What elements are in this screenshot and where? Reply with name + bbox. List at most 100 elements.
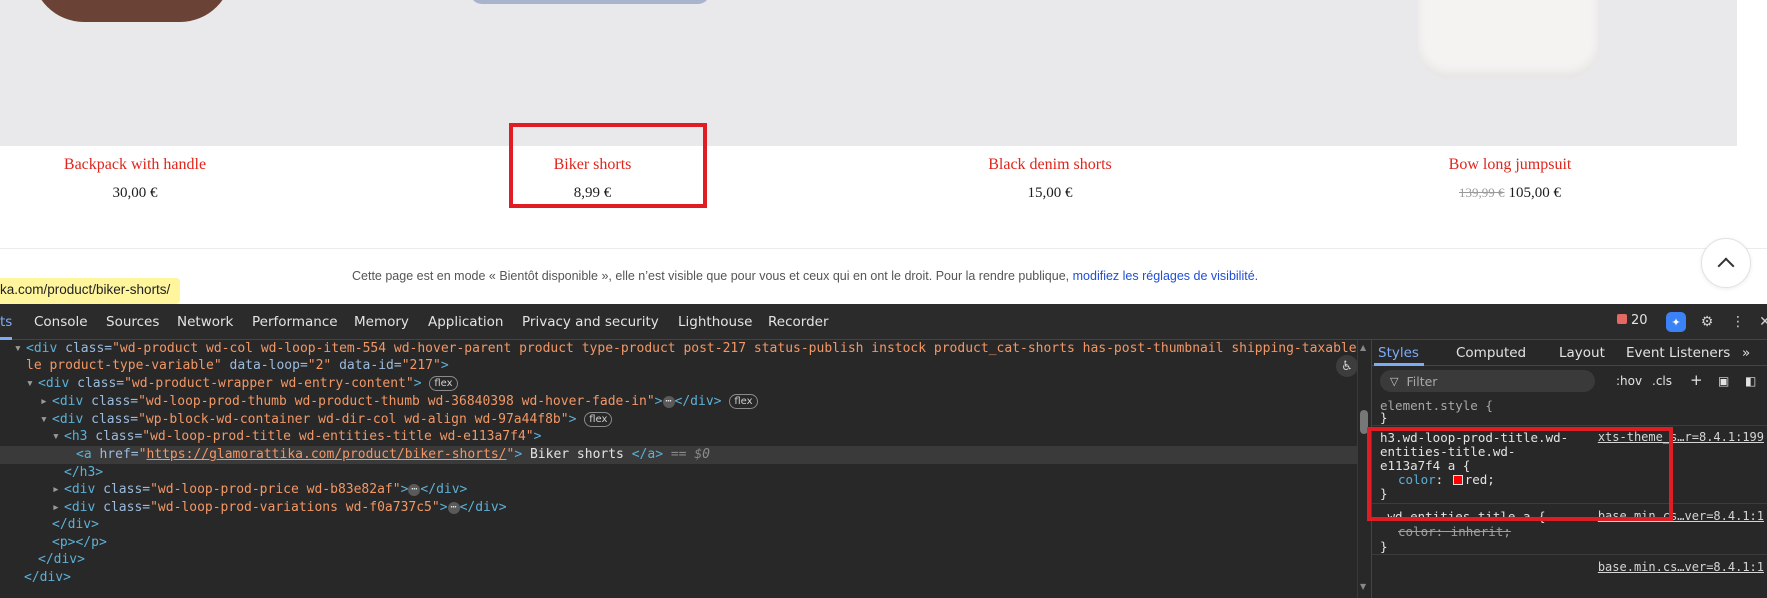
tab-event-listeners[interactable]: Event Listeners [1626, 345, 1730, 361]
tag-open: <p></p> [52, 535, 107, 550]
expand-triangle-icon[interactable]: ▸ [52, 481, 64, 499]
dom-node-line[interactable]: le product-type-variable" data-loop="2" … [26, 357, 449, 375]
dom-node-line[interactable]: </h3> [64, 464, 103, 482]
product-image-strip [0, 0, 1767, 146]
issue-flag-icon [1617, 314, 1627, 324]
rule-brace: } [1380, 410, 1388, 425]
tab-layout[interactable]: Layout [1559, 345, 1605, 361]
jumpsuit-image[interactable] [1418, 0, 1598, 78]
node-text: Biker shorts [522, 447, 632, 462]
scroll-down-icon[interactable]: ▼ [1360, 582, 1366, 591]
attr-value: "2" [307, 358, 332, 373]
collapse-triangle-icon[interactable]: ▾ [26, 375, 38, 393]
dom-node-line[interactable]: </div> [24, 569, 71, 587]
add-rule-icon[interactable]: + [1690, 371, 1703, 389]
collapse-triangle-icon[interactable]: ▾ [14, 340, 26, 358]
flex-badge[interactable]: flex [584, 412, 613, 427]
dom-node-line[interactable]: ▾ <div class="wd-product-wrapper wd-entry… [26, 375, 458, 393]
dom-node-line[interactable]: ▸ <div class="wd-loop-prod-price wd-b83e8… [52, 481, 467, 499]
shop-product-grid: Backpack with handle 30,00 € Biker short… [0, 0, 1767, 248]
href-link[interactable]: https://glamorattika.com/product/biker-s… [146, 447, 506, 462]
tag-open: <div [64, 500, 96, 515]
dom-node-line[interactable]: ▸ <div class="wd-loop-prod-thumb wd-produ… [40, 393, 758, 411]
issues-counter[interactable]: 20 [1617, 313, 1648, 328]
tag-end: > [514, 447, 523, 462]
dom-node-line[interactable]: ▾ <div class="wp-block-wd-container wd-di… [40, 411, 613, 429]
filter-icon: ▽ [1390, 374, 1399, 388]
dom-node-line[interactable]: <p></p> [52, 534, 107, 552]
more-tabs-icon[interactable]: » [1742, 345, 1750, 361]
dom-node-line[interactable]: ▾ <h3 class="wd-loop-prod-title wd-entiti… [52, 428, 541, 446]
tag-open: <div [52, 412, 84, 427]
attr-value: le product-type-variable" [26, 358, 222, 373]
product-card: Black denim shorts 15,00 € [930, 155, 1170, 203]
tab-elements[interactable]: ts [0, 314, 12, 330]
tab-lighthouse[interactable]: Lighthouse [678, 314, 752, 330]
collapse-triangle-icon[interactable]: ▾ [40, 411, 52, 429]
rule-selector[interactable]: element.style { [1380, 398, 1493, 413]
attr-value: "wd-product wd-col wd-loop-item-554 wd-h… [112, 341, 1370, 356]
tab-network[interactable]: Network [177, 314, 233, 330]
collapse-triangle-icon[interactable]: ▾ [52, 428, 64, 446]
flex-badge[interactable]: flex [729, 394, 758, 409]
tag-close: </div> [459, 500, 507, 515]
biker-shorts-image[interactable] [470, 0, 710, 4]
tab-recorder[interactable]: Recorder [768, 314, 829, 330]
hover-state-toggle[interactable]: :hov [1616, 374, 1642, 388]
dom-node-line[interactable]: </div> [52, 516, 99, 534]
product-title-link[interactable]: Backpack with handle [20, 155, 250, 175]
tag-close: </a> [631, 447, 664, 462]
product-price: 30,00 € [112, 185, 158, 201]
chevron-up-icon [1717, 257, 1735, 275]
paint-icon[interactable]: ▣ [1718, 374, 1729, 388]
dom-node-line[interactable]: </div> [38, 551, 85, 569]
close-icon[interactable]: ✕ [1755, 312, 1767, 332]
expand-triangle-icon[interactable]: ▸ [40, 393, 52, 411]
styles-tab-bar: Styles Computed Layout Event Listeners » [1372, 340, 1767, 366]
elements-tree: ▾ <div class="wd-product wd-col wd-loop-i… [0, 340, 1370, 598]
flex-badge[interactable]: flex [429, 376, 458, 391]
scroll-up-icon[interactable]: ▲ [1360, 343, 1366, 352]
tab-sources[interactable]: Sources [106, 314, 159, 330]
product-card: Backpack with handle 30,00 € [20, 155, 250, 203]
ai-assistance-icon[interactable]: ✦ [1666, 312, 1686, 332]
tag-end: > [533, 429, 542, 444]
tag-open: <a [76, 447, 92, 462]
tab-application[interactable]: Application [428, 314, 503, 330]
tab-privacy-security[interactable]: Privacy and security [522, 314, 659, 330]
tab-memory[interactable]: Memory [354, 314, 409, 330]
tab-styles[interactable]: Styles [1378, 345, 1419, 361]
expand-triangle-icon[interactable]: ▸ [52, 499, 64, 517]
style-rule: element.style { } [1372, 396, 1767, 426]
tag-end: > [654, 394, 663, 409]
selected-dom-node[interactable]: <a href="https://glamorattika.com/produc… [0, 446, 1357, 464]
product-title-link[interactable]: Bow long jumpsuit [1400, 155, 1620, 175]
dom-node-line[interactable]: ▸ <div class="wd-loop-prod-variations wd-… [52, 499, 507, 517]
rule-brace: } [1380, 539, 1388, 554]
ellipsis-icon[interactable]: ⋯ [447, 502, 460, 514]
attr-name: class= [83, 412, 139, 427]
visibility-settings-link[interactable]: modifiez les réglages de visibilité. [1073, 269, 1259, 283]
tag-close: </div> [674, 394, 722, 409]
dom-node-line[interactable]: ▾ <div class="wd-product wd-col wd-loop-i… [14, 340, 1370, 358]
class-toggle[interactable]: .cls [1652, 374, 1672, 388]
rule-source-link[interactable]: base.min.cs…ver=8.4.1:1 [1598, 560, 1764, 574]
tab-performance[interactable]: Performance [252, 314, 338, 330]
overridden-declaration[interactable]: color: inherit; [1398, 524, 1511, 539]
attr-value: "wd-product-wrapper wd-entry-content" [124, 376, 414, 391]
attr-value: "217" [401, 358, 441, 373]
tag-open: <div [64, 482, 96, 497]
gear-icon[interactable]: ⚙ [1697, 312, 1717, 332]
sidebar-toggle-icon[interactable]: ◧ [1745, 374, 1756, 388]
tab-console[interactable]: Console [34, 314, 88, 330]
kebab-menu-icon[interactable]: ⋮ [1728, 312, 1748, 332]
ellipsis-icon[interactable]: ⋯ [662, 396, 675, 408]
product-title-link[interactable]: Black denim shorts [930, 155, 1170, 175]
styles-filter-input[interactable]: ▽ Filter [1380, 370, 1595, 392]
tag-end: > [568, 412, 577, 427]
tab-computed[interactable]: Computed [1456, 345, 1526, 361]
ellipsis-icon[interactable]: ⋯ [408, 484, 421, 496]
accessibility-icon[interactable]: ♿ [1336, 355, 1358, 377]
scroll-to-top-button[interactable] [1701, 238, 1751, 288]
tag-close: </h3> [64, 465, 104, 480]
